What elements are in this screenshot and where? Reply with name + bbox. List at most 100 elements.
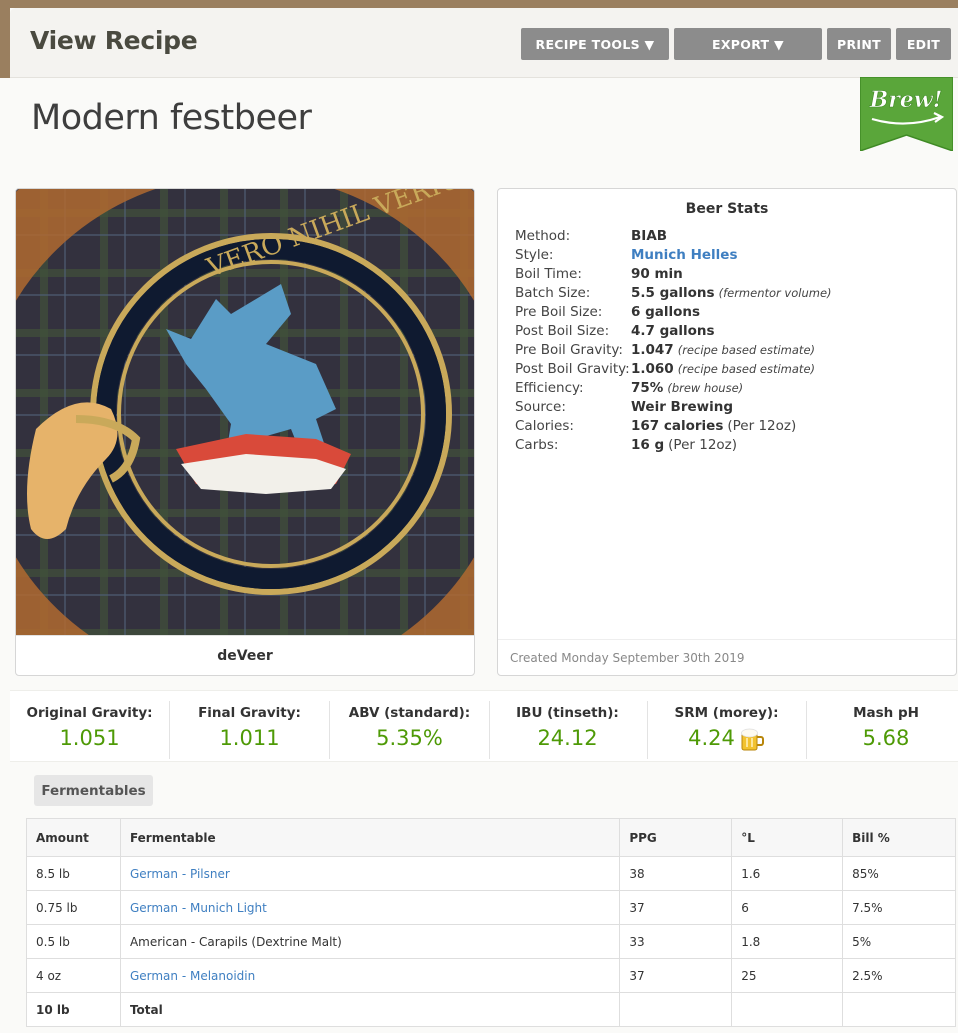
stat-value: 75% [631,379,664,396]
ppg-cell: 33 [619,924,733,959]
bill-cell: 2.5% [842,958,956,993]
stat-row-method: Method: BIAB [515,226,832,245]
stat-row-batch-size: Batch Size: 5.5 gallons (fermentor volum… [515,283,832,302]
fermentable-link[interactable]: German - Pilsner [119,856,621,891]
summary-label: SRM (morey): [674,705,779,721]
recipe-image: VERO NIHIL VERIUS [16,189,474,635]
table-row: 8.5 lb German - Pilsner 38 1.6 85% [26,856,956,891]
bill-cell: 7.5% [842,890,956,925]
top-accent-strip [0,0,958,78]
stat-label: Calories: [515,417,574,434]
stat-row-efficiency: Efficiency: 75% (brew house) [515,378,832,397]
summary-value: 5.68 [862,726,910,750]
summary-label: Final Gravity: [198,705,301,721]
lovibond-cell: 25 [731,958,844,993]
stat-label: Boil Time: [515,265,582,282]
stat-label: Pre Boil Gravity: [515,341,623,358]
page-header: View Recipe RECIPE TOOLS ▼ EXPORT ▼ PRIN… [10,8,958,78]
empty-cell [842,992,956,1027]
tab-fermentables[interactable]: Fermentables [34,775,153,806]
style-link[interactable]: Munich Helles [631,247,738,263]
summary-srm-value-wrap: 4.24 [647,726,806,751]
total-label-cell: Total [119,992,621,1027]
stat-label: Efficiency: [515,379,584,396]
stat-value: 1.047 [631,341,674,358]
stat-row-post-boil-gravity: Post Boil Gravity: 1.060 (recipe based e… [515,359,832,378]
stat-value: 4.7 gallons [631,322,715,339]
stat-row-pre-boil-size: Pre Boil Size: 6 gallons [515,302,832,321]
created-date: Created Monday September 30th 2019 [498,639,956,675]
ppg-cell: 38 [619,856,733,891]
brew-badge-label: Brew! [869,87,943,113]
table-total-row: 10 lb Total [26,992,956,1027]
recipe-title: Modern festbeer [31,98,312,138]
empty-cell [619,992,733,1027]
stat-row-source: Source: Weir Brewing [515,397,832,416]
summary-stats-bar: Original Gravity: 1.051 Final Gravity: 1… [10,690,958,762]
beer-mug-icon [740,728,764,751]
beer-stats-card: Beer Stats Method: BIAB Style: Munich He… [497,188,957,676]
brew-badge-button[interactable]: Brew! [860,77,953,151]
fermentable-link[interactable]: German - Munich Light [119,890,621,925]
summary-fg: Final Gravity: 1.011 [170,701,330,759]
empty-cell [731,992,844,1027]
page-title: View Recipe [30,26,198,55]
recipe-image-card: VERO NIHIL VERIUS deVeer [15,188,475,676]
stat-note: (fermentor volume) [718,285,832,300]
stat-label: Method: [515,227,571,244]
summary-mash-ph: Mash pH 5.68 [806,701,958,759]
summary-value: 24.12 [537,726,598,750]
bill-cell: 5% [842,924,956,959]
summary-label: Mash pH [853,705,919,721]
beer-stats-title: Beer Stats [685,201,769,217]
column-header: Bill % [842,818,956,857]
column-header: Amount [26,818,121,857]
stat-label: Post Boil Size: [515,322,610,339]
table-row: 4 oz German - Melanoidin 37 25 2.5% [26,958,956,993]
fermentable-name: American - Carapils (Dextrine Malt) [119,924,621,959]
stat-note: (Per 12oz) [727,417,797,434]
fermentable-link[interactable]: German - Melanoidin [119,958,621,993]
stat-value: 16 g [631,436,665,453]
table-row: 0.75 lb German - Munich Light 37 6 7.5% [26,890,956,925]
summary-og: Original Gravity: 1.051 [10,701,170,759]
summary-label: ABV (standard): [348,705,471,721]
stat-label: Source: [515,398,566,415]
stat-value: 90 min [631,265,683,282]
stat-value: 5.5 gallons [631,284,715,301]
bill-cell: 85% [842,856,956,891]
lovibond-cell: 1.6 [731,856,844,891]
lovibond-cell: 6 [731,890,844,925]
stat-value: BIAB [631,227,668,244]
ppg-cell: 37 [619,958,733,993]
stat-label: Post Boil Gravity: [515,360,630,377]
table-row: 0.5 lb American - Carapils (Dextrine Mal… [26,924,956,959]
ppg-cell: 37 [619,890,733,925]
edit-button[interactable]: EDIT [896,28,951,60]
stat-note: (recipe based estimate) [677,361,816,376]
stat-value: Weir Brewing [631,398,734,415]
stat-label: Pre Boil Size: [515,303,603,320]
recipe-tools-button[interactable]: RECIPE TOOLS ▼ [521,28,669,60]
summary-value: 5.35% [376,726,443,750]
column-header: PPG [619,818,733,857]
stat-value: 6 gallons [631,303,701,320]
stat-row-pre-boil-gravity: Pre Boil Gravity: 1.047 (recipe based es… [515,340,832,359]
column-header: °L [731,818,844,857]
stat-note: (recipe based estimate) [677,342,816,357]
export-button[interactable]: EXPORT ▼ [674,28,822,60]
summary-label: IBU (tinseth): [516,705,619,721]
stat-row-boil-time: Boil Time: 90 min [515,264,832,283]
summary-value: 4.24 [688,726,735,750]
stat-row-style: Style: Munich Helles [515,245,832,264]
summary-srm: SRM (morey): 4.24 [647,701,807,759]
stat-row-post-boil-size: Post Boil Size: 4.7 gallons [515,321,832,340]
total-amount-cell: 10 lb [26,992,121,1027]
stat-label: Style: [515,246,554,263]
stat-label: Carbs: [515,436,559,453]
summary-label: Original Gravity: [26,705,153,721]
summary-value: 1.051 [59,726,120,750]
column-header: Fermentable [119,818,621,857]
stat-row-calories: Calories: 167 calories (Per 12oz) [515,416,832,435]
print-button[interactable]: PRINT [827,28,891,60]
